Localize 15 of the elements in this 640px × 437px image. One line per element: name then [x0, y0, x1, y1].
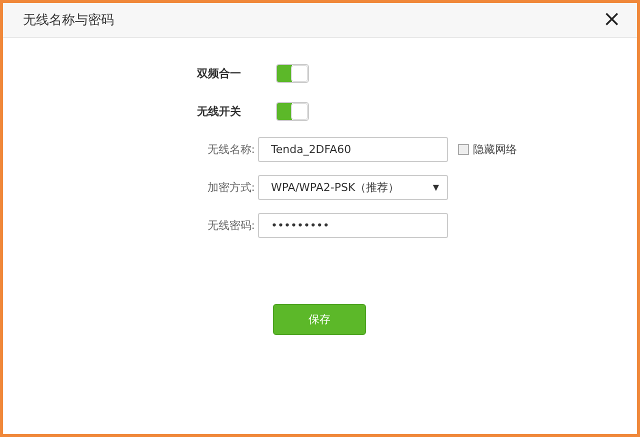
field-label: 无线开关 — [197, 104, 242, 118]
input-field[interactable]: ••••••••• — [258, 212, 448, 238]
field-label: 无线密码: — [207, 218, 256, 232]
field-label: 加密方式: — [207, 180, 256, 194]
field-label: 双频合一 — [197, 66, 242, 80]
checkbox[interactable] — [458, 144, 469, 154]
toggle-switch[interactable] — [276, 64, 309, 82]
caret-icon: ▼ — [432, 182, 439, 192]
checkbox-label: 隐藏网络 — [473, 142, 517, 156]
toggle-switch[interactable] — [276, 102, 309, 120]
input-field[interactable]: Tenda_2DFA60 — [258, 136, 448, 162]
field-label: 无线名称: — [207, 142, 256, 156]
select-field[interactable]: WPA/WPA2-PSK（推荐） ▼ — [258, 174, 448, 200]
close-button[interactable]: × — [598, 9, 625, 31]
dialog-title: 无线名称与密码 — [23, 12, 114, 29]
